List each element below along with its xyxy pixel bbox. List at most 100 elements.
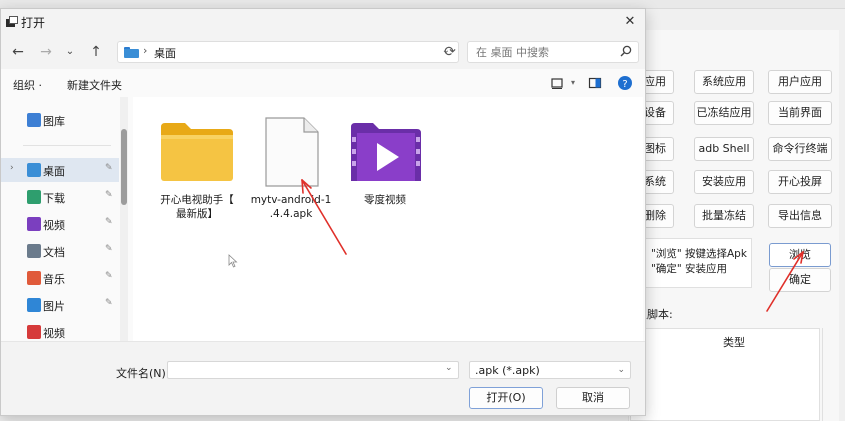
cancel-button[interactable]: 取消 [556, 387, 630, 409]
file-label-line2: .4.4.apk [269, 208, 313, 220]
sidebar-item-gallery[interactable]: 图库 [1, 108, 119, 132]
address-bar[interactable]: › 桌面 ⌄ [117, 41, 459, 63]
script-table-scrollbar[interactable] [822, 328, 839, 421]
search-box[interactable] [467, 41, 639, 63]
background-button[interactable]: 用户应用 [768, 70, 832, 94]
background-button[interactable]: 批量冻结 [694, 204, 754, 228]
browse-button[interactable]: 浏览 [769, 243, 831, 267]
open-button[interactable]: 打开(O) [469, 387, 543, 409]
sidebar-item-downloads[interactable]: 下载 ✎ [1, 185, 119, 209]
sidebar-item-label: 下载 [43, 192, 65, 205]
desktop-folder-icon [124, 47, 139, 58]
sidebar-item-label: 文档 [43, 246, 65, 259]
pin-icon: ✎ [105, 271, 113, 281]
script-table: 类型 [630, 328, 820, 421]
background-button[interactable]: 安装应用 [694, 170, 754, 194]
sidebar-item-label: 音乐 [43, 273, 65, 286]
svg-text:?: ? [622, 79, 627, 90]
filename-label: 文件名(N): [116, 367, 170, 380]
sidebar-item-desktop[interactable]: › 桌面 ✎ [1, 158, 119, 182]
sidebar-item-label: 视频 [43, 327, 65, 340]
background-button[interactable]: adb Shell [694, 137, 754, 161]
filetype-select[interactable]: .apk (*.apk) ⌄ [469, 361, 631, 379]
dialog-title: 打开 [21, 16, 46, 30]
close-icon: ✕ [624, 14, 636, 29]
navigation-pane: 图库 › 桌面 ✎ 下载 ✎ 视频 ✎ 文档 ✎ 音乐 ✎ 图片 ✎ 视频 [1, 97, 131, 341]
background-button[interactable]: 命令行终端 [768, 137, 832, 161]
install-instructions: "浏览" 按键选择Apk "确定" 安装应用 [630, 238, 752, 288]
sidebar-item-music[interactable]: 音乐 ✎ [1, 266, 119, 290]
help-icon[interactable]: ? [617, 75, 633, 91]
sidebar-item-label: 图库 [43, 115, 65, 128]
filetype-chevron-icon: ⌄ [617, 365, 625, 375]
file-label-line1: 零度视频 [364, 194, 406, 206]
recent-locations-chevron-icon[interactable]: ⌄ [61, 43, 79, 61]
instruction-line-confirm: "确定" 安装应用 [651, 263, 727, 275]
gallery-icon [27, 113, 41, 127]
file-item-apk[interactable]: mytv-android-1 .4.4.apk [247, 115, 335, 225]
app-icon [6, 16, 18, 27]
downloads-icon [27, 190, 41, 204]
video-folder-icon [351, 123, 421, 181]
breadcrumb-chevron-icon: › [143, 44, 148, 57]
sidebar-divider [23, 145, 111, 146]
up-arrow-icon[interactable]: ↑ [87, 43, 105, 61]
breadcrumb-location[interactable]: 桌面 [154, 45, 176, 61]
instruction-line-browse: "浏览" 按键选择Apk [651, 248, 747, 260]
new-folder-button[interactable]: 新建文件夹 [67, 77, 122, 93]
sidebar-item-pictures[interactable]: 图片 ✎ [1, 293, 119, 317]
music-icon [27, 271, 41, 285]
filetype-selected: .apk (*.apk) [475, 364, 540, 377]
background-button[interactable]: 开心投屏 [768, 170, 832, 194]
file-label-line1: 开心电视助手【 [160, 194, 234, 206]
blank-file-icon [265, 117, 319, 187]
file-item-video-folder[interactable]: 零度视频 [341, 115, 429, 225]
videos-red-icon [27, 325, 41, 339]
background-button[interactable]: 已冻结应用 [694, 101, 754, 125]
sidebar-item-videos[interactable]: 视频 ✎ [1, 212, 119, 236]
sidebar-item-label: 图片 [43, 300, 65, 313]
file-item-folder[interactable]: 开心电视助手【 最新版】 [153, 115, 241, 225]
sidebar-item-label: 桌面 [43, 165, 65, 178]
sidebar-item-label: 视频 [43, 219, 65, 232]
mouse-cursor-icon [228, 254, 238, 268]
pin-icon: ✎ [105, 217, 113, 227]
sidebar-scrollbar-thumb[interactable] [121, 129, 127, 205]
sidebar-item-documents[interactable]: 文档 ✎ [1, 239, 119, 263]
background-button[interactable]: 导出信息 [768, 204, 832, 228]
desktop-icon [27, 163, 41, 177]
search-icon[interactable] [620, 45, 632, 57]
confirm-install-button[interactable]: 确定 [769, 268, 831, 292]
pin-icon: ✎ [105, 163, 113, 173]
expand-chevron-icon[interactable]: › [10, 163, 20, 173]
videos-icon [27, 217, 41, 231]
file-list-view[interactable]: 开心电视助手【 最新版】 mytv-android-1 .4.4.apk 零度视… [133, 97, 643, 341]
pictures-icon [27, 298, 41, 312]
view-dropdown-chevron-icon[interactable]: ▾ [565, 75, 581, 91]
filename-input[interactable] [167, 361, 459, 379]
navigation-bar: ← → ⌄ ↑ › 桌面 ⌄ ⟳ [1, 35, 645, 69]
documents-icon [27, 244, 41, 258]
background-button[interactable]: 当前界面 [768, 101, 832, 125]
open-file-dialog: 打开 ✕ ← → ⌄ ↑ › 桌面 ⌄ ⟳ 组织 · 新建文件夹 [0, 8, 646, 416]
pin-icon: ✎ [105, 190, 113, 200]
view-options-icon[interactable] [549, 75, 565, 91]
forward-arrow-icon[interactable]: → [37, 43, 55, 61]
filename-dropdown-chevron-icon[interactable]: ⌄ [445, 363, 453, 373]
dialog-titlebar[interactable]: 打开 ✕ [1, 9, 645, 35]
preview-pane-icon[interactable] [587, 75, 603, 91]
organize-menu[interactable]: 组织 · [13, 77, 42, 93]
background-button[interactable]: 系统应用 [694, 70, 754, 94]
back-arrow-icon[interactable]: ← [9, 43, 27, 61]
sidebar-item-videos-red[interactable]: 视频 [1, 320, 119, 341]
folder-icon [161, 123, 233, 181]
search-input[interactable] [472, 44, 616, 60]
close-button[interactable]: ✕ [615, 9, 645, 35]
refresh-icon[interactable]: ⟳ [439, 41, 461, 63]
file-label-line1: mytv-android-1 [250, 194, 332, 206]
pin-icon: ✎ [105, 298, 113, 308]
pin-icon: ✎ [105, 244, 113, 254]
script-table-header-type: 类型 [723, 336, 745, 349]
dialog-bottom-bar: 文件名(N): ⌄ .apk (*.apk) ⌄ 打开(O) 取消 [1, 341, 645, 415]
command-toolbar: 组织 · 新建文件夹 ▾ ? [1, 71, 645, 97]
